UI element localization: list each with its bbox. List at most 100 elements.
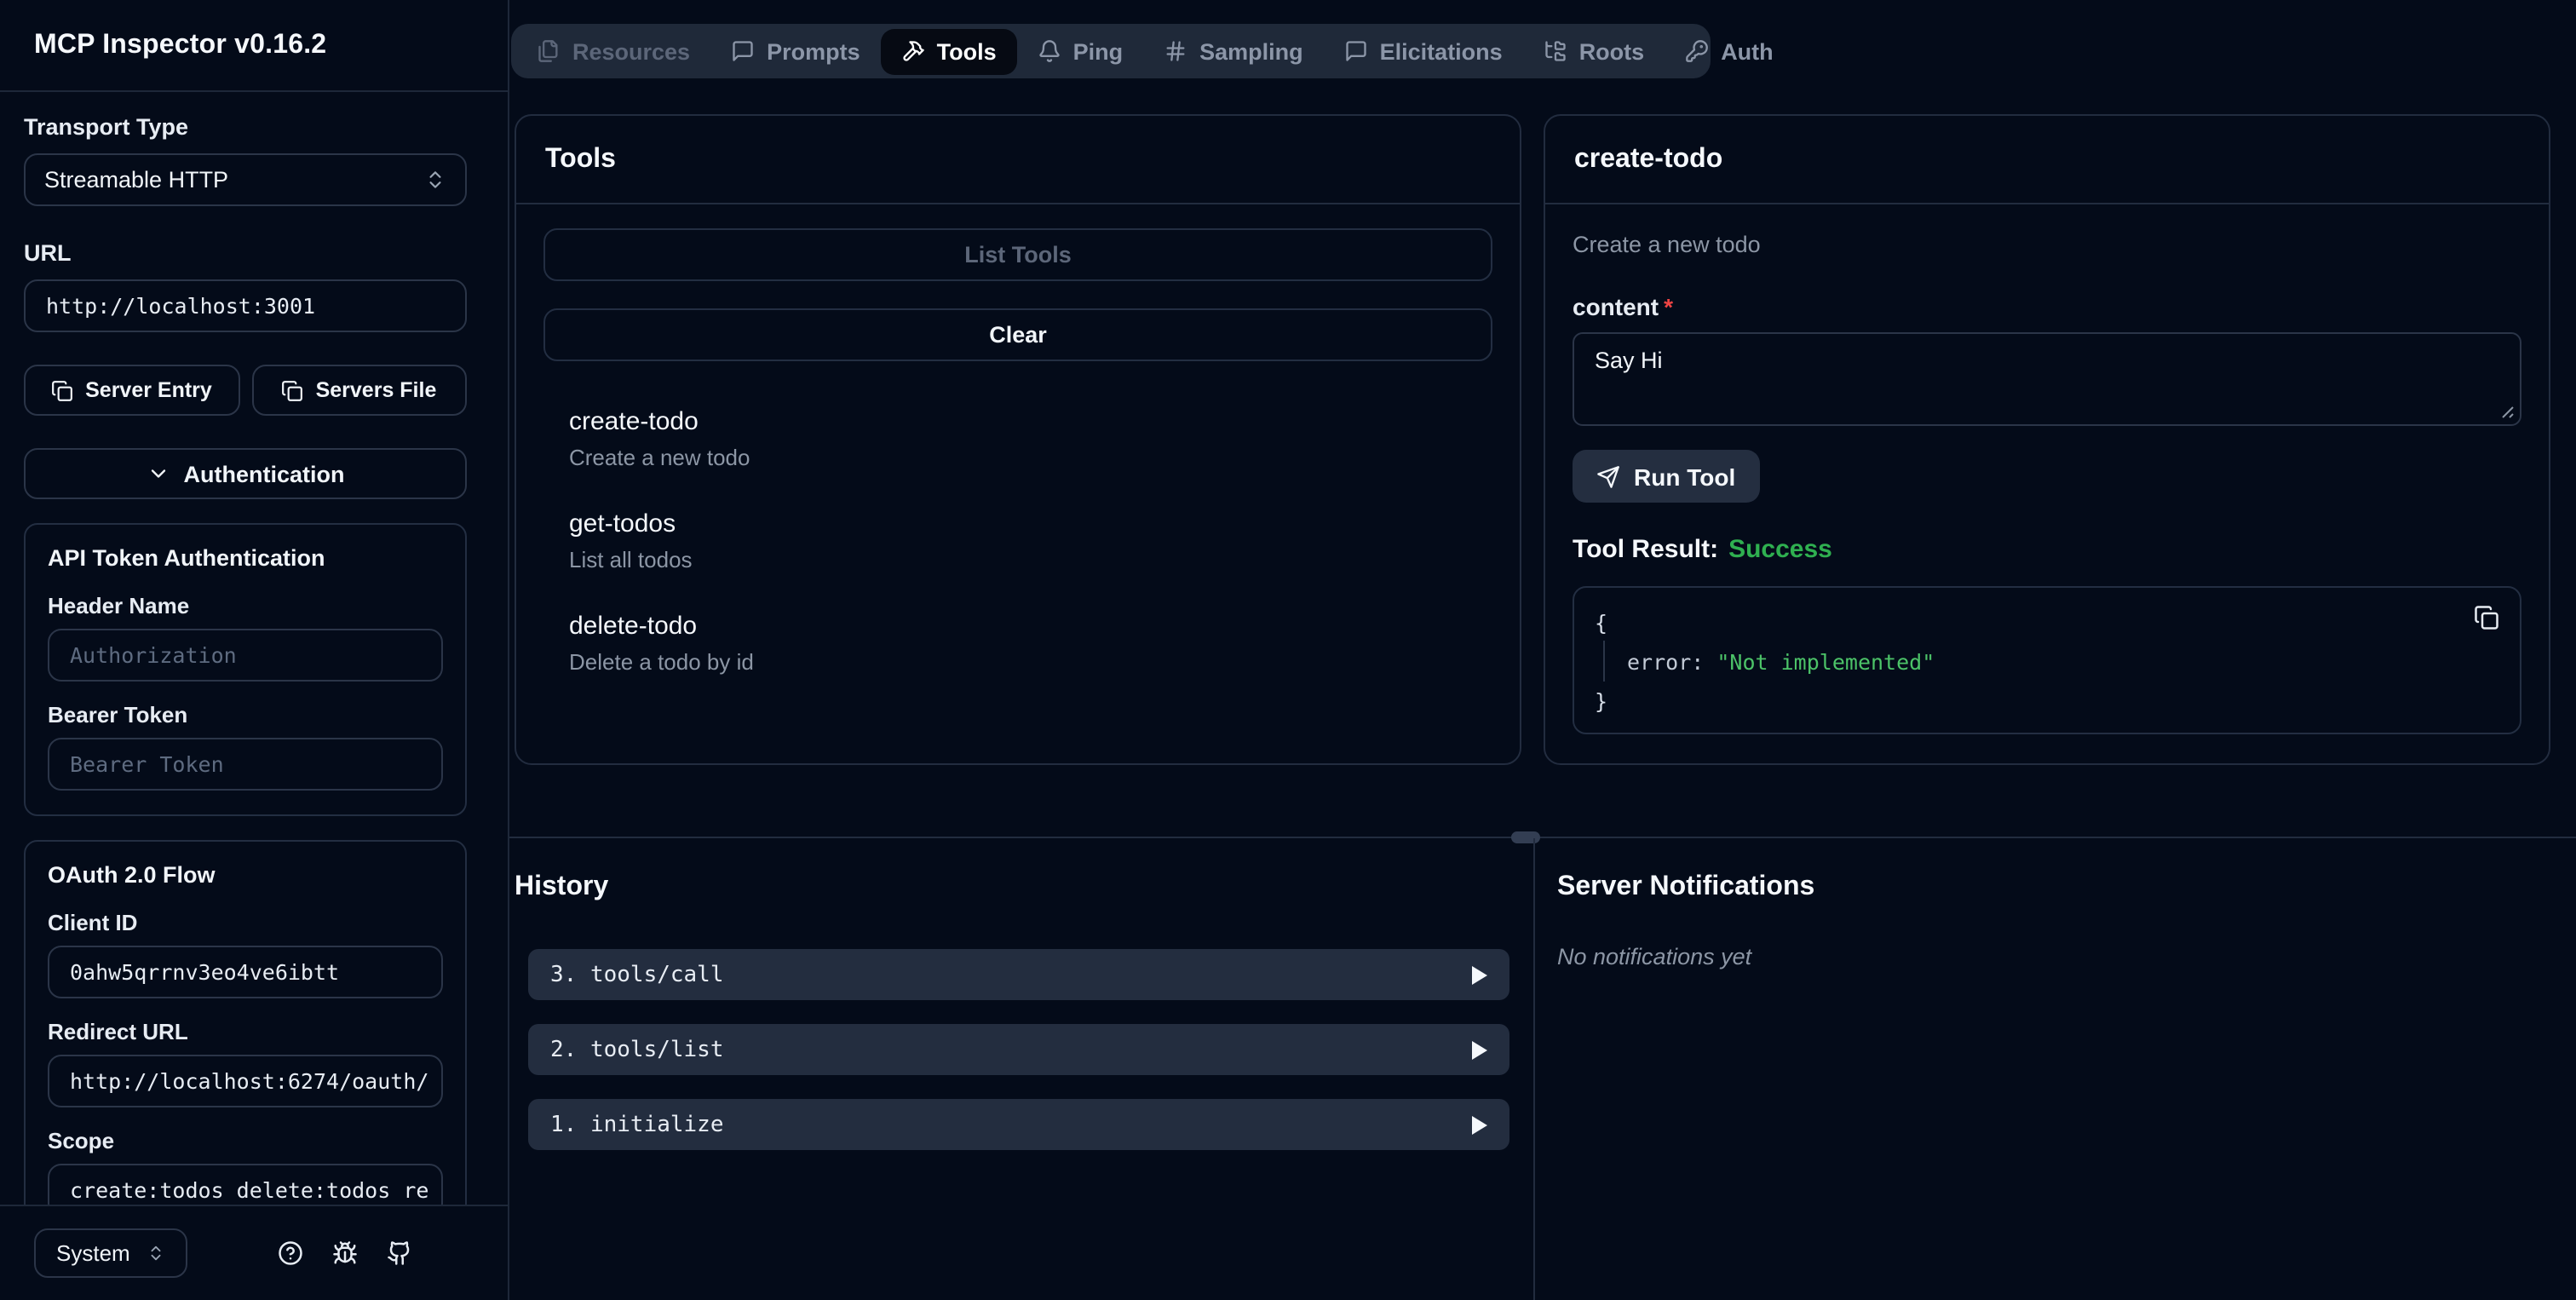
redirect-url-label: Redirect URL (48, 1019, 188, 1044)
history-item-label: 1. initialize (550, 1112, 724, 1137)
tools-panel-body: List Tools Clear create-todo Create a ne… (516, 204, 1520, 675)
transport-type-select[interactable]: Streamable HTTP (24, 153, 467, 206)
message-square-icon (731, 39, 755, 63)
tab-sampling[interactable]: Sampling (1143, 28, 1324, 74)
bell-icon (1038, 39, 1061, 63)
history-item[interactable]: 3. tools/call (528, 949, 1509, 1000)
server-entry-label: Server Entry (85, 378, 212, 402)
notifications-empty-text: No notifications yet (1557, 944, 1752, 969)
server-entry-button[interactable]: Server Entry (24, 365, 239, 416)
list-item[interactable]: get-todos List all todos (569, 509, 1492, 572)
bearer-token-label: Bearer Token (48, 702, 188, 728)
tool-detail-description: Create a new todo (1573, 232, 1761, 257)
tab-auth[interactable]: Auth (1665, 28, 1794, 74)
tools-panel-header: Tools (516, 116, 1520, 204)
header-name-label: Header Name (48, 593, 190, 618)
tab-label: Sampling (1199, 38, 1303, 64)
key-icon (1685, 39, 1709, 63)
scope-label: Scope (48, 1128, 115, 1153)
tab-roots[interactable]: Roots (1523, 28, 1665, 74)
api-token-title: API Token Authentication (48, 545, 325, 571)
mcp-inspector-app: MCP Inspector v0.16.2 Transport Type Str… (0, 0, 2576, 1300)
tab-tools[interactable]: Tools (880, 28, 1017, 74)
client-id-label: Client ID (48, 910, 138, 935)
required-asterisk: * (1664, 293, 1674, 320)
tool-detail-title: create-todo (1574, 144, 1723, 173)
transport-type-value: Streamable HTTP (44, 167, 229, 193)
theme-value: System (56, 1240, 130, 1266)
content-value: Say Hi (1595, 348, 1663, 373)
footer-icons (188, 1240, 474, 1266)
oauth-title: OAuth 2.0 Flow (48, 862, 216, 888)
run-tool-label: Run Tool (1634, 463, 1736, 490)
scope-input[interactable]: create:todos delete:todos re (48, 1164, 443, 1205)
run-tool-button[interactable]: Run Tool (1573, 450, 1760, 503)
copy-icon[interactable] (2474, 605, 2499, 630)
server-notifications-title: Server Notifications (1557, 872, 1815, 901)
tool-result-label: Tool Result: (1573, 535, 1719, 564)
transport-type-label: Transport Type (24, 114, 189, 140)
oauth-card: OAuth 2.0 Flow Client ID 0ahw5qrrnv3eo4v… (24, 840, 467, 1205)
tab-prompts[interactable]: Prompts (710, 28, 881, 74)
authentication-toggle[interactable]: Authentication (24, 448, 467, 499)
code-line: } (1595, 688, 1608, 714)
tab-ping[interactable]: Ping (1017, 28, 1144, 74)
url-input[interactable]: http://localhost:3001 (24, 279, 467, 332)
tab-resources[interactable]: Resources (516, 28, 710, 74)
list-item[interactable]: delete-todo Delete a todo by id (569, 612, 1492, 675)
sidebar: MCP Inspector v0.16.2 Transport Type Str… (0, 0, 509, 1300)
client-id-input[interactable]: 0ahw5qrrnv3eo4ve6ibtt (48, 946, 443, 998)
tool-detail-body: Create a new todo content * Say Hi Run To… (1545, 204, 2549, 734)
tool-result-row: Tool Result: Success (1573, 535, 2521, 564)
redirect-url-input[interactable]: http://localhost:6274/oauth/ (48, 1055, 443, 1107)
history-item-label: 3. tools/call (550, 962, 724, 987)
send-icon (1596, 464, 1620, 488)
chevrons-up-down-icon (147, 1244, 166, 1263)
code-line: { (1595, 610, 1608, 636)
tab-elicitations[interactable]: Elicitations (1324, 28, 1523, 74)
tool-list: create-todo Create a new todo get-todos … (543, 407, 1492, 675)
bearer-token-input[interactable]: Bearer Token (48, 738, 443, 791)
github-icon[interactable] (386, 1240, 411, 1266)
help-icon[interactable] (278, 1240, 303, 1266)
history-item[interactable]: 1. initialize (528, 1099, 1509, 1150)
folder-tree-icon (1544, 39, 1567, 63)
content-textarea[interactable]: Say Hi (1573, 332, 2521, 426)
servers-file-button[interactable]: Servers File (251, 365, 467, 416)
main-tabbar: Resources Prompts Tools Ping Sampling El… (511, 24, 1774, 78)
clear-button[interactable]: Clear (543, 308, 1492, 361)
list-tools-button[interactable]: List Tools (543, 228, 1492, 281)
tab-label: Prompts (767, 38, 860, 64)
chevron-down-icon (147, 462, 170, 486)
status-badge: Success (1728, 535, 1832, 564)
copy-icon (282, 379, 304, 401)
copy-buttons-row: Server Entry Servers File (24, 365, 467, 416)
horizontal-divider (509, 837, 2576, 838)
sidebar-body: Transport Type Streamable HTTP URL http:… (0, 92, 508, 1205)
history-item-label: 2. tools/list (550, 1037, 724, 1062)
header-name-input[interactable]: Authorization (48, 629, 443, 682)
tools-panel-title: Tools (545, 144, 616, 173)
hash-icon (1164, 39, 1187, 63)
authentication-label: Authentication (183, 461, 345, 486)
history-title: History (515, 872, 609, 901)
expand-play-icon (1472, 965, 1487, 984)
code-line: error: "Not implemented" (1627, 649, 1935, 675)
bug-icon[interactable] (331, 1240, 357, 1266)
tool-detail-header: create-todo (1545, 116, 2549, 204)
tool-description: Create a new todo (569, 445, 750, 470)
theme-select[interactable]: System (34, 1228, 188, 1278)
history-item[interactable]: 2. tools/list (528, 1024, 1509, 1075)
resize-handle[interactable] (1511, 831, 1540, 843)
files-icon (537, 39, 561, 63)
hammer-icon (901, 39, 925, 63)
tool-description: Delete a todo by id (569, 649, 754, 675)
tab-label: Tools (936, 38, 997, 64)
chevrons-up-down-icon (424, 169, 446, 191)
message-square-icon (1344, 39, 1368, 63)
servers-file-label: Servers File (315, 378, 437, 402)
list-item[interactable]: create-todo Create a new todo (569, 407, 1492, 470)
tab-label: Auth (1721, 38, 1774, 64)
sidebar-header: MCP Inspector v0.16.2 (0, 0, 508, 92)
indent-guide (1603, 641, 1605, 682)
